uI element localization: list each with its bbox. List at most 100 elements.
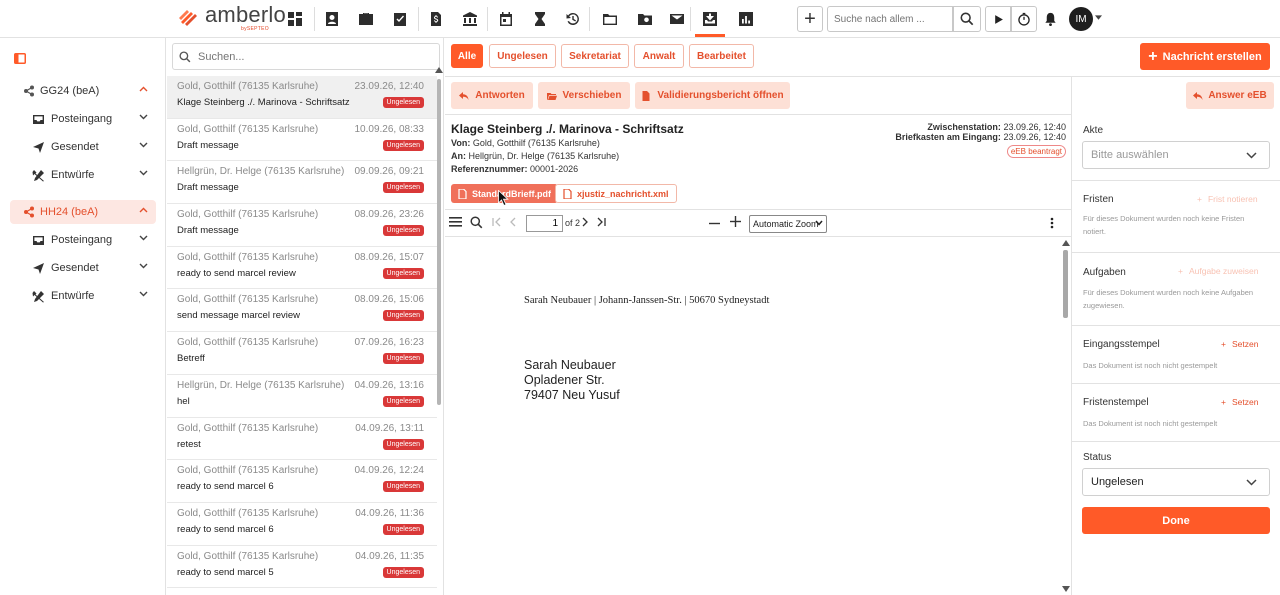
message-row[interactable]: Hellgrün, Dr. Helge (76135 Karlsruhe) 09.… <box>167 161 437 205</box>
filter-anwalt[interactable]: Anwalt <box>634 44 684 68</box>
bea-inbox-nav-button[interactable] <box>695 9 725 37</box>
zoom-out-icon[interactable] <box>709 218 720 229</box>
list-search[interactable] <box>172 43 440 70</box>
nav-separator <box>690 7 691 31</box>
next-page-icon[interactable] <box>581 217 589 227</box>
list-search-input[interactable] <box>198 50 418 63</box>
sidebar-item-entwürfe[interactable]: Entwürfe <box>10 163 156 187</box>
filter-ungelesen[interactable]: Ungelesen <box>489 44 556 68</box>
message-row[interactable]: Gold, Gotthilf (76135 Karlsruhe) 04.09.26… <box>167 460 437 503</box>
start-timer-button[interactable] <box>985 6 1011 32</box>
global-search-button[interactable] <box>953 6 981 32</box>
briefcase-nav-button[interactable] <box>356 9 376 29</box>
last-page-icon[interactable] <box>596 217 606 227</box>
scroll-up-icon[interactable] <box>435 67 443 73</box>
divider <box>1072 252 1280 253</box>
notifications-button[interactable] <box>1043 11 1058 27</box>
dashboard-nav-button[interactable] <box>285 9 305 29</box>
validation-report-button[interactable]: Validierungsbericht öffnen <box>635 82 790 109</box>
folder-search-icon <box>637 11 653 27</box>
message-row[interactable]: Gold, Gotthilf (76135 Karlsruhe) 04.09.26… <box>167 503 437 546</box>
brand-name: amberlo <box>205 2 286 27</box>
pdf-scrollbar[interactable] <box>1063 250 1068 318</box>
status-badge: Ungelesen <box>382 225 424 237</box>
message-sender: Gold, Gotthilf (76135 Karlsruhe) <box>177 251 319 263</box>
filter-sekretariat[interactable]: Sekretariat <box>561 44 629 68</box>
sidebar-item-entwürfe[interactable]: Entwürfe <box>10 284 156 308</box>
done-button[interactable]: Done <box>1082 507 1270 534</box>
sidebar-group-0[interactable]: GG24 (beA) <box>10 79 156 103</box>
search-icon <box>179 50 191 63</box>
sidebar-item-gesendet[interactable]: Gesendet <box>10 256 156 280</box>
contacts-nav-button[interactable] <box>322 9 342 29</box>
calendar-nav-button[interactable] <box>496 9 516 29</box>
message-date: 08.09.26, 15:07 <box>354 251 424 263</box>
attachment-pdf-label: StandardBrieff.pdf <box>472 188 552 199</box>
timer-button[interactable] <box>1011 6 1037 32</box>
list-scrollbar[interactable] <box>437 79 441 405</box>
sidebar-group-1[interactable]: HH24 (beA) <box>10 200 156 224</box>
tasks-nav-button[interactable] <box>390 9 410 29</box>
avatar[interactable]: IM <box>1069 7 1093 31</box>
chevron-down-icon[interactable] <box>1095 15 1102 20</box>
status-badge: Ungelesen <box>382 438 424 450</box>
message-row[interactable]: Gold, Gotthilf (76135 Karlsruhe) 04.09.26… <box>167 546 437 589</box>
global-search-input[interactable] <box>827 6 953 32</box>
message-row[interactable]: Gold, Gotthilf (76135 Karlsruhe) 08.09.26… <box>167 289 437 333</box>
status-badge: Ungelesen <box>382 310 424 322</box>
reply-button[interactable]: Antworten <box>451 82 533 109</box>
message-row[interactable]: Gold, Gotthilf (76135 Karlsruhe) 23.09.26… <box>167 76 437 119</box>
reports-icon <box>738 11 754 27</box>
filter-bearbeitet[interactable]: Bearbeitet <box>689 44 754 68</box>
message-row[interactable]: Gold, Gotthilf (76135 Karlsruhe) 08.09.26… <box>167 204 437 247</box>
status-badge: Ungelesen <box>382 353 424 365</box>
scroll-down-icon[interactable] <box>1062 586 1070 592</box>
message-row[interactable]: Gold, Gotthilf (76135 Karlsruhe) 04.09.26… <box>167 418 437 461</box>
set-eingangsstempel-label: Setzen <box>1231 339 1259 349</box>
add-deadline-button[interactable]: + Frist notieren <box>1197 194 1258 204</box>
attachment-xml[interactable]: xjustiz_nachricht.xml <box>555 184 677 203</box>
bank-nav-button[interactable] <box>460 9 480 29</box>
chevron-down-icon <box>139 142 148 148</box>
create-message-button[interactable]: + Nachricht erstellen <box>1140 43 1270 70</box>
zoom-in-icon[interactable] <box>730 216 741 227</box>
set-fristenstempel-button[interactable]: + Setzen <box>1221 397 1258 407</box>
calendar-icon <box>498 11 514 27</box>
sidebar-toggle-icon[interactable] <box>449 216 462 228</box>
history-nav-button[interactable] <box>563 9 583 29</box>
folder-nav-button[interactable] <box>600 9 620 29</box>
prev-page-icon[interactable] <box>509 217 517 227</box>
sidebar-toggle-icon[interactable] <box>14 53 26 64</box>
set-eingangsstempel-button[interactable]: + Setzen <box>1221 339 1258 349</box>
sidebar-item-posteingang[interactable]: Posteingang <box>10 107 156 131</box>
folder-search-nav-button[interactable] <box>635 9 655 29</box>
message-row[interactable]: Hellgrün, Dr. Helge (76135 Karlsruhe) 04.… <box>167 375 437 418</box>
message-sender: Gold, Gotthilf (76135 Karlsruhe) <box>177 465 319 477</box>
validation-report-label: Validierungsbericht öffnen <box>657 90 784 101</box>
zoom-select[interactable]: Automatic Zoom <box>749 215 827 233</box>
amberlo-logo[interactable]: amberlo bySEPTEO <box>178 4 286 34</box>
filter-alle[interactable]: Alle <box>451 44 483 68</box>
assign-task-button[interactable]: + Aufgabe zuweisen <box>1178 266 1258 276</box>
search-icon[interactable] <box>470 216 483 229</box>
invoice-nav-button[interactable] <box>426 9 446 29</box>
first-page-icon[interactable] <box>492 217 502 227</box>
ref-label: Referenznummer: <box>451 164 528 174</box>
mail-nav-button[interactable] <box>667 9 687 29</box>
more-options-icon[interactable] <box>1050 217 1054 229</box>
page-number-input[interactable] <box>526 215 563 232</box>
sidebar-item-gesendet[interactable]: Gesendet <box>10 135 156 159</box>
message-row[interactable]: Gold, Gotthilf (76135 Karlsruhe) 10.09.26… <box>167 119 437 162</box>
sidebar-item-posteingang[interactable]: Posteingang <box>10 228 156 252</box>
hourglass-nav-button[interactable] <box>530 9 550 29</box>
reports-nav-button[interactable] <box>736 9 756 29</box>
akte-select[interactable]: Bitte auswählen <box>1082 141 1270 169</box>
pdf-viewer[interactable]: Sarah Neubauer | Johann-Janssen-Str. | 5… <box>445 238 1071 595</box>
status-select[interactable]: Ungelesen <box>1082 468 1270 496</box>
move-button[interactable]: Verschieben <box>538 82 630 109</box>
message-row[interactable]: Gold, Gotthilf (76135 Karlsruhe) 08.09.26… <box>167 247 437 290</box>
quick-add-button[interactable]: + <box>797 6 823 32</box>
scroll-up-icon[interactable] <box>1062 240 1070 246</box>
message-row[interactable]: Gold, Gotthilf (76135 Karlsruhe) 07.09.26… <box>167 332 437 375</box>
tasks-icon <box>392 11 408 27</box>
